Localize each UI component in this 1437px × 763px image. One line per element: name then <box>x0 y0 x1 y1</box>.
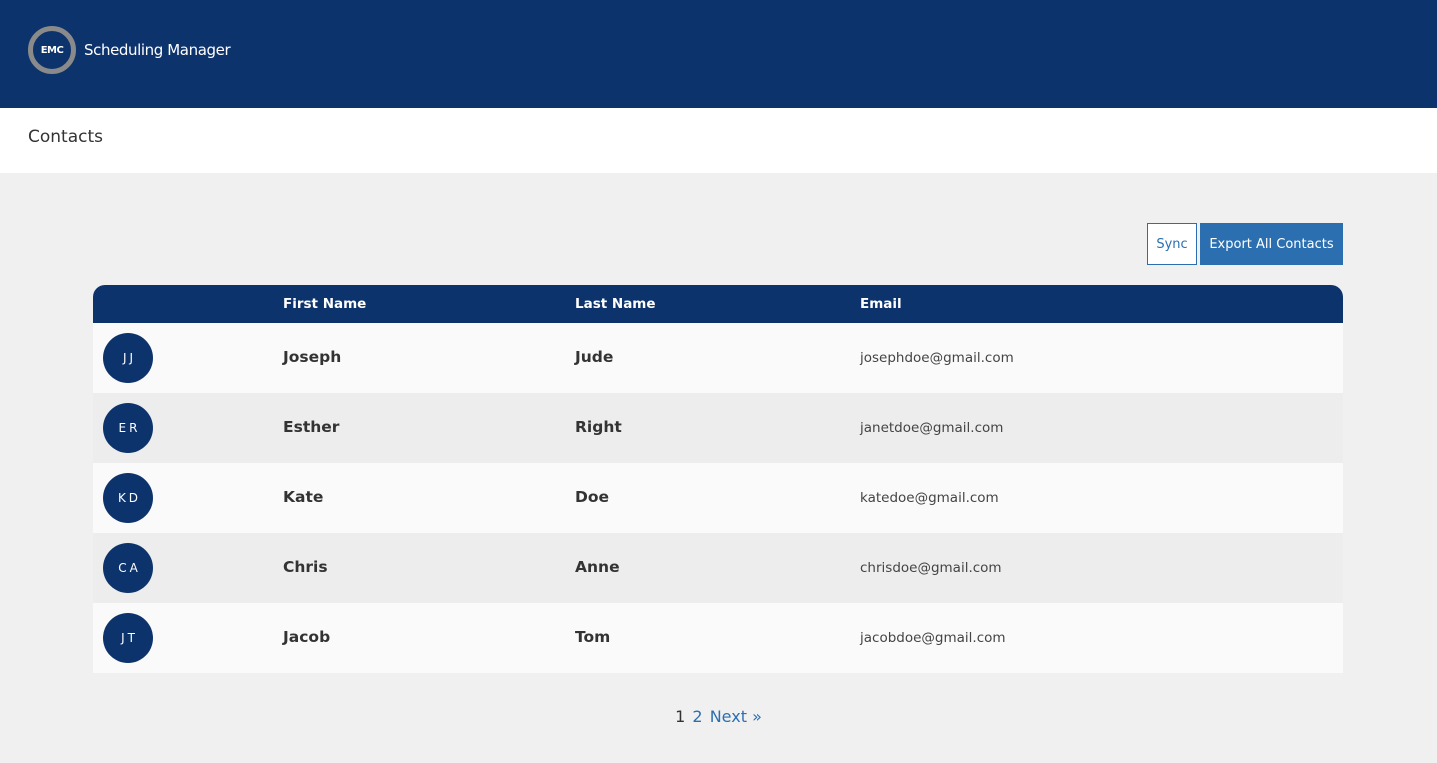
column-header-email[interactable]: Email <box>860 296 902 312</box>
last-name-cell: Anne <box>575 558 620 576</box>
last-name-cell: Jude <box>575 348 614 366</box>
table-row[interactable]: JJ Joseph Jude josephdoe@gmail.com <box>93 323 1343 393</box>
table-row[interactable]: KD Kate Doe katedoe@gmail.com <box>93 463 1343 533</box>
pagination-page-2-link[interactable]: 2 <box>692 707 702 726</box>
last-name-cell: Right <box>575 418 622 436</box>
last-name-cell: Tom <box>575 628 611 646</box>
email-cell: chrisdoe@gmail.com <box>860 560 1002 576</box>
first-name-cell: Chris <box>283 558 328 576</box>
avatar: KD <box>103 473 153 523</box>
table-header: First Name Last Name Email <box>93 285 1343 323</box>
pagination-next-link[interactable]: Next » <box>710 707 762 726</box>
contacts-table: First Name Last Name Email JJ Joseph Jud… <box>93 285 1343 673</box>
top-header: EMC Scheduling Manager <box>0 0 1437 108</box>
logo-emblem: EMC <box>28 26 76 74</box>
first-name-cell: Jacob <box>283 628 331 646</box>
email-cell: katedoe@gmail.com <box>860 490 999 506</box>
app-name: Scheduling Manager <box>84 41 231 59</box>
column-header-last-name[interactable]: Last Name <box>575 296 656 312</box>
avatar: JJ <box>103 333 153 383</box>
table-row[interactable]: ER Esther Right janetdoe@gmail.com <box>93 393 1343 463</box>
page-header: Contacts <box>0 108 1437 173</box>
table-body: JJ Joseph Jude josephdoe@gmail.com ER Es… <box>93 323 1343 673</box>
export-all-contacts-button[interactable]: Export All Contacts <box>1200 223 1343 265</box>
page-title: Contacts <box>28 127 103 147</box>
pagination: 1 2 Next » <box>0 707 1437 726</box>
app-logo[interactable]: EMC Scheduling Manager <box>28 26 231 74</box>
avatar: ER <box>103 403 153 453</box>
email-cell: josephdoe@gmail.com <box>860 350 1014 366</box>
email-cell: janetdoe@gmail.com <box>860 420 1004 436</box>
email-cell: jacobdoe@gmail.com <box>860 630 1006 646</box>
last-name-cell: Doe <box>575 488 610 506</box>
logo-initials: EMC <box>40 44 64 56</box>
first-name-cell: Joseph <box>283 348 342 366</box>
table-row[interactable]: CA Chris Anne chrisdoe@gmail.com <box>93 533 1343 603</box>
avatar: CA <box>103 543 153 593</box>
first-name-cell: Esther <box>283 418 340 436</box>
column-header-first-name[interactable]: First Name <box>283 296 366 312</box>
sync-button[interactable]: Sync <box>1147 223 1197 265</box>
first-name-cell: Kate <box>283 488 324 506</box>
pagination-current-page: 1 <box>675 707 686 726</box>
avatar: JT <box>103 613 153 663</box>
table-row[interactable]: JT Jacob Tom jacobdoe@gmail.com <box>93 603 1343 673</box>
